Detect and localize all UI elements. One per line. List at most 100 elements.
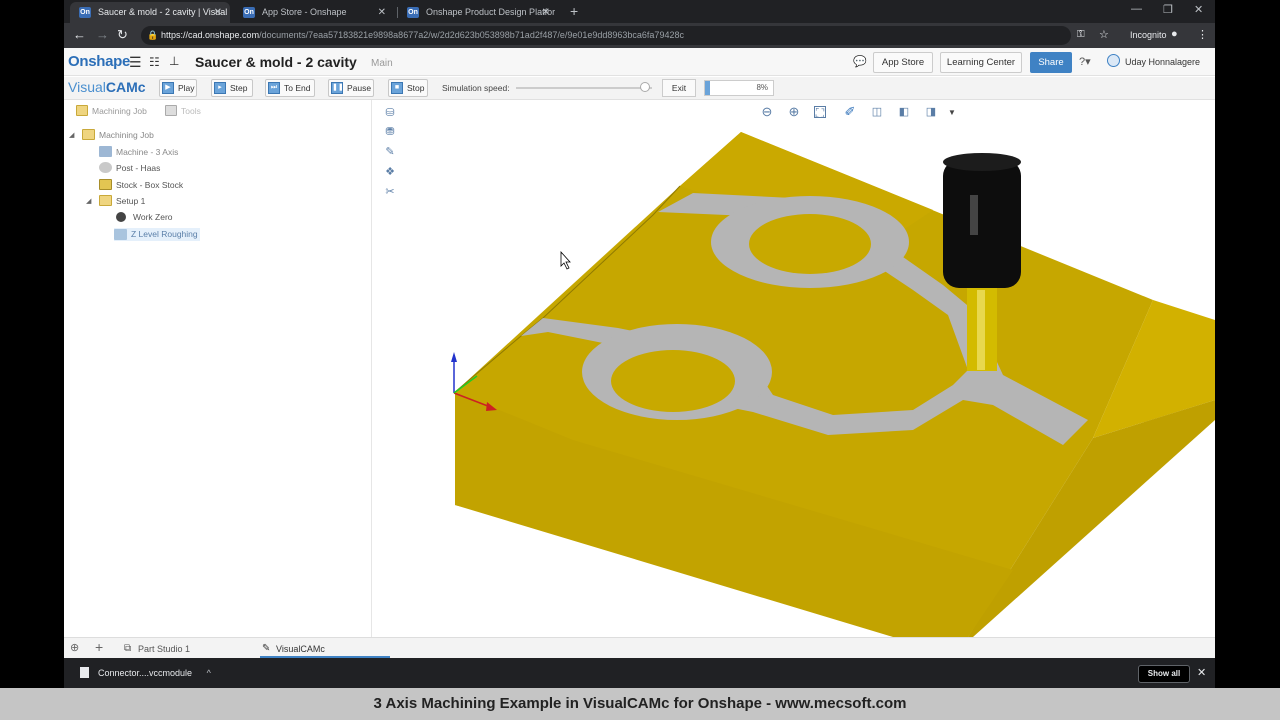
learning-center-button[interactable]: Learning Center <box>940 52 1022 73</box>
lock-icon: 🔒 <box>147 30 159 40</box>
close-icon[interactable]: ✕ <box>542 2 550 23</box>
tab-manager-icon[interactable]: ⊕ <box>70 641 79 654</box>
new-tab-icon[interactable]: + <box>570 2 578 21</box>
minimize-icon[interactable]: — <box>1131 3 1142 15</box>
insert-icon[interactable]: ⊥ <box>169 54 179 68</box>
folder-icon <box>76 105 88 116</box>
simulation-speed-slider[interactable] <box>516 87 652 89</box>
visualcam-toolbar: VisualCAMc ▶ Play ▸ Step ⏭ To End ❚❚ Pause ■… <box>64 77 1215 100</box>
to-end-button[interactable]: ⏭ To End <box>265 79 315 97</box>
tree-item-z-level-roughing[interactable]: Z Level Roughing <box>114 228 200 241</box>
tab-tools[interactable]: Tools <box>163 105 201 116</box>
machining-browser: Machining Job Tools ◢ Machining Job Mach… <box>64 100 372 637</box>
browser-tab-active[interactable]: On Saucer & mold - 2 cavity | Visual ✕ <box>70 2 230 23</box>
key-icon[interactable]: ⚿ <box>1077 29 1085 40</box>
comment-icon[interactable]: 💬 <box>853 55 867 68</box>
browser-tab[interactable]: On Onshape Product Design Platfor ✕ <box>398 2 558 23</box>
part-studio-icon: ⧉ <box>124 643 132 654</box>
onshape-favicon: On <box>79 7 91 18</box>
machine-icon <box>99 146 112 157</box>
add-tab-icon[interactable]: + <box>95 639 103 655</box>
setup-icon <box>99 195 112 206</box>
tree-item-work-zero[interactable]: Work Zero <box>116 212 173 222</box>
workspace-name[interactable]: Main <box>371 58 393 69</box>
app-store-button[interactable]: App Store <box>873 52 933 73</box>
step-button[interactable]: ▸ Step <box>211 79 253 97</box>
show-all-button[interactable]: Show all <box>1138 665 1190 683</box>
avatar[interactable] <box>1107 54 1120 67</box>
tool-holder <box>943 160 1021 288</box>
reload-icon[interactable]: ↻ <box>117 27 128 43</box>
tree-item-stock[interactable]: Stock - Box Stock <box>99 179 183 190</box>
simulation-progress: 8% <box>704 80 774 96</box>
tab-title: App Store - Onshape <box>262 7 347 17</box>
mouse-cursor <box>560 250 571 270</box>
stock-icon <box>99 179 112 190</box>
browser-tab-bar: On Saucer & mold - 2 cavity | Visual ✕ O… <box>64 0 1215 23</box>
forward-icon[interactable]: → <box>96 27 109 42</box>
help-icon[interactable]: ?▾ <box>1079 55 1091 68</box>
file-icon <box>80 667 89 678</box>
user-name[interactable]: Uday Honnalagere <box>1125 57 1200 67</box>
close-icon[interactable]: ✕ <box>378 2 386 23</box>
document-title[interactable]: Saucer & mold - 2 cavity <box>195 54 357 70</box>
close-icon[interactable]: ✕ <box>214 2 222 23</box>
stop-icon: ■ <box>391 82 403 94</box>
folder-icon <box>82 129 95 140</box>
tab-machining-job[interactable]: Machining Job <box>74 105 147 116</box>
tree-item-post[interactable]: Post - Haas <box>99 162 160 173</box>
tab-visualcamc[interactable]: ✎ VisualCAMc <box>260 640 390 658</box>
tab-title: Onshape Product Design Platfor <box>426 7 556 17</box>
play-button[interactable]: ▶ Play <box>159 79 197 97</box>
incognito-label[interactable]: Incognito <box>1130 23 1167 48</box>
visualcam-logo: VisualCAMc <box>68 79 146 95</box>
url-host: https://cad.onshape.com <box>161 30 260 40</box>
simulation-speed-label: Simulation speed: <box>442 83 510 93</box>
restore-icon[interactable]: ❐ <box>1163 3 1173 16</box>
screen: On Saucer & mold - 2 cavity | Visual ✕ O… <box>64 0 1215 688</box>
download-filename: Connector....vccmodule <box>98 668 193 678</box>
menu-kebab-icon[interactable]: ⋮ <box>1197 28 1208 41</box>
back-icon[interactable]: ← <box>73 27 86 42</box>
onshape-logo[interactable]: Onshape <box>68 53 130 70</box>
stop-button[interactable]: ■ Stop <box>388 79 428 97</box>
share-button[interactable]: Share <box>1030 52 1072 73</box>
chevron-up-icon[interactable]: ^ <box>207 668 211 678</box>
post-icon <box>99 162 112 173</box>
ring-lower-inner <box>611 350 735 412</box>
tab-part-studio[interactable]: ⧉ Part Studio 1 <box>122 640 252 658</box>
pause-button[interactable]: ❚❚ Pause <box>328 79 374 97</box>
incognito-icon[interactable]: ● <box>1171 28 1178 40</box>
collapse-caret-icon[interactable]: ◢ <box>86 197 91 205</box>
exit-button[interactable]: Exit <box>662 79 696 97</box>
ring-upper-inner <box>749 214 871 274</box>
url-field[interactable]: 🔒 https://cad.onshape.com/documents/7eaa… <box>141 26 1071 45</box>
progress-text: 8% <box>756 83 768 92</box>
application-icon: ✎ <box>262 643 271 654</box>
download-bar: Connector....vccmodule ^ Show all ✕ <box>64 658 1215 688</box>
tree-item-machining-job[interactable]: Machining Job <box>82 129 154 140</box>
url-path: /documents/7eaa57183821e9898a8677a2/w/2d… <box>259 30 684 40</box>
roughing-icon <box>114 229 127 240</box>
tree-item-machine[interactable]: Machine - 3 Axis <box>99 146 178 157</box>
hamburger-menu-icon[interactable]: ☰ <box>129 54 142 71</box>
cam-model-render <box>451 132 1215 637</box>
feature-list-icon[interactable]: ☷ <box>149 55 160 69</box>
document-tab-bar: ⊕ + ⧉ Part Studio 1 ✎ VisualCAMc <box>64 637 1215 658</box>
collapse-caret-icon[interactable]: ◢ <box>69 131 74 139</box>
browser-tab[interactable]: On App Store - Onshape ✕ <box>234 2 394 23</box>
video-caption: 3 Axis Machining Example in VisualCAMc f… <box>0 688 1280 720</box>
close-download-bar-icon[interactable]: ✕ <box>1197 666 1206 679</box>
step-icon: ▸ <box>214 82 226 94</box>
onshape-favicon: On <box>243 7 255 18</box>
slider-handle[interactable] <box>640 82 651 92</box>
download-item[interactable]: Connector....vccmodule ^ <box>78 665 211 681</box>
play-icon: ▶ <box>162 82 174 94</box>
tree-item-setup[interactable]: Setup 1 <box>99 195 145 206</box>
graphics-viewport[interactable]: ⛁ ⛃ ✎ ❖ ✂ ⊖ ⊕ ⛶ ✐ ◫ ◧ ◨ ▼ <box>373 100 1215 637</box>
to-end-icon: ⏭ <box>268 82 280 94</box>
star-icon[interactable]: ☆ <box>1099 28 1109 41</box>
tools-icon <box>165 105 177 116</box>
work-zero-icon <box>116 212 126 222</box>
window-close-icon[interactable]: ✕ <box>1194 3 1203 16</box>
